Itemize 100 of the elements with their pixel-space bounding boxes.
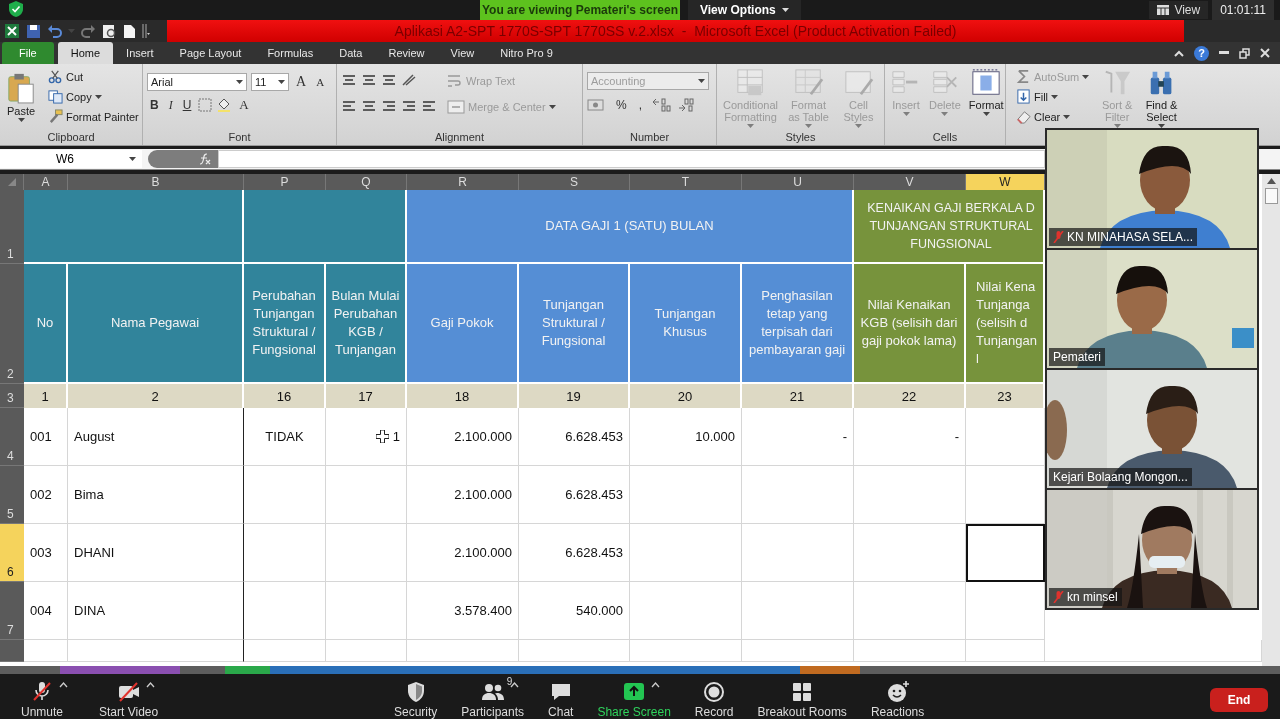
muted-microphone-icon bbox=[1053, 231, 1064, 243]
scroll-up-icon[interactable] bbox=[1266, 178, 1276, 184]
clipboard-button[interactable]: Format Painter bbox=[46, 108, 141, 125]
toolbar-button[interactable]: Chat bbox=[539, 680, 583, 719]
ribbon-button[interactable]: Format bbox=[966, 68, 1006, 116]
save-icon[interactable] bbox=[26, 23, 41, 39]
align-bottom-icon[interactable] bbox=[381, 73, 397, 87]
toolbar-button[interactable]: Security bbox=[385, 680, 447, 719]
chevron-icon bbox=[781, 8, 789, 12]
toolbar-button[interactable]: Share Screen bbox=[588, 680, 680, 719]
ribbon-tab[interactable]: View bbox=[437, 42, 488, 64]
table-cell: 3.578.400 bbox=[407, 582, 519, 640]
ribbon-tab[interactable]: Review bbox=[375, 42, 438, 64]
name-box[interactable]: W6 bbox=[0, 150, 142, 168]
ribbon-tab[interactable]: File bbox=[2, 42, 54, 64]
view-button[interactable]: View bbox=[1149, 1, 1209, 19]
function-icon[interactable] bbox=[198, 153, 212, 165]
number-style-button[interactable]: % bbox=[613, 98, 630, 112]
toolbar-button[interactable]: Breakout Rooms bbox=[748, 680, 856, 719]
editing-button[interactable]: Clear bbox=[1014, 108, 1092, 125]
end-button[interactable]: End bbox=[1210, 687, 1268, 712]
increase-indent-icon[interactable] bbox=[421, 99, 437, 113]
font-style-button[interactable]: U bbox=[179, 98, 195, 112]
column-header[interactable]: U bbox=[742, 174, 854, 190]
column-header[interactable]: B bbox=[68, 174, 244, 190]
toolbar-button[interactable]: Unmute bbox=[12, 680, 73, 719]
view-options-button[interactable]: View Options bbox=[688, 0, 801, 20]
scrollbar-thumb[interactable] bbox=[1264, 188, 1278, 204]
grid-icon bbox=[1157, 5, 1170, 15]
toolbar-button[interactable]: Reactions bbox=[861, 680, 934, 719]
font-style-button[interactable]: B bbox=[147, 98, 162, 112]
close-icon[interactable] bbox=[1260, 48, 1270, 58]
formula-input[interactable] bbox=[218, 150, 1045, 168]
ribbon-tab[interactable]: Insert bbox=[113, 42, 167, 64]
shrink-font-button[interactable]: A bbox=[313, 76, 328, 88]
number-style-button[interactable]: , bbox=[635, 98, 645, 112]
caret-icon[interactable] bbox=[145, 682, 155, 688]
restore-icon[interactable] bbox=[1239, 47, 1250, 59]
column-title: Gaji Pokok bbox=[407, 264, 519, 384]
ribbon-button[interactable]: Find & Select bbox=[1143, 68, 1180, 128]
row-header[interactable]: 6 bbox=[0, 524, 24, 582]
ribbon-tab[interactable]: Formulas bbox=[254, 42, 327, 64]
customize-menu-icon[interactable] bbox=[142, 24, 150, 38]
column-header[interactable]: S bbox=[519, 174, 630, 190]
row-header[interactable]: 3 bbox=[0, 384, 24, 408]
participant-name: Pemateri bbox=[1049, 348, 1106, 366]
column-header[interactable]: V bbox=[854, 174, 966, 190]
fill-bucket-icon[interactable] bbox=[216, 98, 233, 112]
ribbon-tab[interactable]: Page Layout bbox=[166, 42, 255, 64]
align-right-icon[interactable] bbox=[381, 99, 397, 113]
toolbar-button[interactable]: Start Video bbox=[90, 680, 168, 719]
undo-icon[interactable] bbox=[47, 23, 62, 39]
row-header[interactable]: 7 bbox=[0, 582, 24, 640]
shield-check-icon[interactable] bbox=[9, 1, 23, 17]
toolbar-button[interactable]: Record bbox=[685, 680, 743, 719]
table-cell: 6.628.453 bbox=[519, 408, 630, 466]
font-style-button[interactable]: I bbox=[165, 97, 176, 113]
ribbon-tab[interactable]: Home bbox=[57, 42, 114, 64]
decrease-indent-icon[interactable] bbox=[401, 99, 417, 113]
document-icon[interactable] bbox=[123, 23, 136, 39]
column-header[interactable]: R bbox=[407, 174, 519, 190]
currency-icon[interactable] bbox=[587, 98, 607, 112]
spreadsheet-icon[interactable] bbox=[4, 23, 20, 39]
collapse-ribbon-icon[interactable] bbox=[1174, 49, 1184, 57]
decrease-decimal-icon[interactable] bbox=[677, 98, 697, 112]
paste-button[interactable]: Paste bbox=[4, 68, 38, 122]
column-header[interactable]: P bbox=[244, 174, 326, 190]
column-header[interactable]: W bbox=[966, 174, 1045, 190]
row-header[interactable]: 2 bbox=[0, 264, 24, 384]
selected-cell[interactable] bbox=[966, 524, 1045, 582]
increase-decimal-icon[interactable] bbox=[651, 98, 671, 112]
caret-icon[interactable] bbox=[59, 682, 68, 688]
record-icon bbox=[702, 680, 727, 702]
table-cell: - bbox=[742, 408, 854, 466]
minimize-icon[interactable] bbox=[1219, 51, 1229, 55]
align-middle-icon[interactable] bbox=[361, 73, 377, 87]
caret-icon bbox=[278, 80, 285, 84]
editing-button[interactable]: Fill bbox=[1014, 88, 1092, 105]
row-header[interactable]: 4 bbox=[0, 408, 24, 466]
cellstyle-icon bbox=[843, 68, 874, 98]
row-header[interactable]: 5 bbox=[0, 466, 24, 524]
align-top-icon[interactable] bbox=[341, 73, 357, 87]
help-button[interactable]: ? bbox=[1194, 45, 1209, 61]
align-left-icon[interactable] bbox=[341, 99, 357, 113]
row-header[interactable]: 1 bbox=[0, 190, 24, 264]
clipboard-button[interactable]: Copy bbox=[46, 88, 141, 105]
font-color-button[interactable]: A bbox=[236, 97, 252, 113]
print-preview-icon[interactable] bbox=[102, 23, 117, 39]
font-size-field[interactable]: 11 bbox=[251, 73, 289, 91]
align-center-icon[interactable] bbox=[361, 99, 377, 113]
ribbon-tab[interactable]: Data bbox=[326, 42, 376, 64]
column-header[interactable]: T bbox=[630, 174, 742, 190]
font-family-field[interactable]: Arial bbox=[147, 73, 247, 91]
ribbon-tab[interactable]: Nitro Pro 9 bbox=[487, 42, 566, 64]
clipboard-button[interactable]: Cut bbox=[46, 68, 141, 85]
grow-font-button[interactable]: A bbox=[293, 74, 310, 90]
redo-icon[interactable] bbox=[81, 23, 96, 39]
column-header[interactable]: A bbox=[24, 174, 68, 190]
caret-icon[interactable] bbox=[651, 682, 661, 688]
column-header[interactable]: Q bbox=[326, 174, 407, 190]
